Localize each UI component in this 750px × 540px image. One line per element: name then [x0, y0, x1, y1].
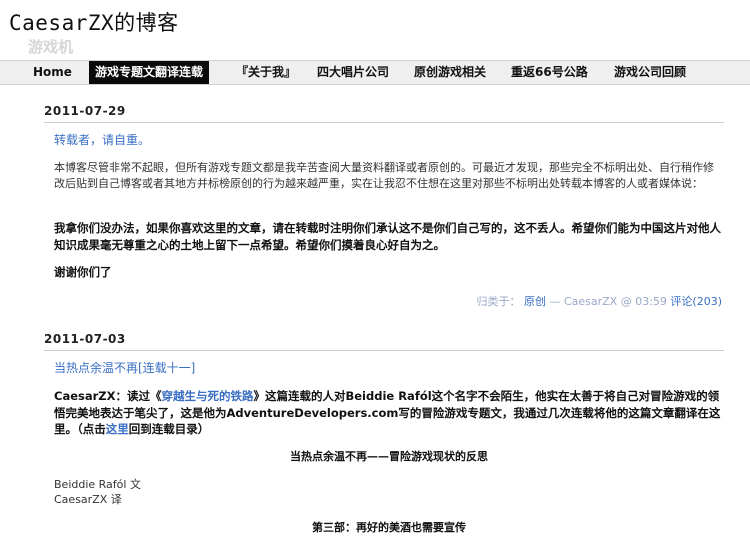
- part-title: 第三部：再好的美酒也需要宣传: [312, 521, 466, 534]
- post-thanks: 谢谢你们了: [54, 265, 112, 279]
- nav-item-about[interactable]: 『关于我』: [236, 61, 296, 84]
- divider: [44, 350, 724, 351]
- nav-item-record-labels[interactable]: 四大唱片公司: [317, 61, 389, 84]
- nav-item-home[interactable]: Home: [33, 61, 72, 84]
- post-date: 2011-07-29: [44, 104, 126, 118]
- nav-item-original-games[interactable]: 原创游戏相关: [414, 61, 486, 84]
- post-intro: CaesarZX：读过《穿越生与死的铁路》这篇连载的人对Beiddie Rafó…: [54, 388, 724, 438]
- blog-header: CaesarZX的博客 游戏机: [0, 0, 750, 58]
- meta-prefix: 归类于：: [476, 295, 521, 308]
- divider: [44, 122, 724, 123]
- index-link[interactable]: 这里: [106, 422, 129, 436]
- blog-title[interactable]: CaesarZX的博客: [9, 7, 179, 37]
- post-paragraph: 本博客尽管非常不起眼，但所有游戏专题文都是我辛苦查阅大量资料翻译或者原创的。可最…: [54, 161, 714, 190]
- post-meta: 归类于： 原创 — CaesarZX @ 03:59 评论(203): [476, 293, 722, 309]
- post-paragraph-bold: 我拿你们没办法，如果你喜欢这里的文章，请在转载时注明你们承认这不是你们自己写的，…: [54, 221, 721, 252]
- nav-item-game-companies[interactable]: 游戏公司回顾: [614, 61, 686, 84]
- watermark-logo: 游戏机: [28, 38, 74, 56]
- post-title[interactable]: 转载者，请自重。: [54, 131, 150, 148]
- nav-item-route66[interactable]: 重返66号公路: [511, 61, 588, 84]
- article-subtitle: 当热点余温不再——冒险游戏现状的反思: [290, 450, 488, 463]
- post-date: 2011-07-03: [44, 332, 126, 346]
- author-line: Beiddie Rafól 文: [54, 478, 141, 491]
- intro-text: CaesarZX：读过《: [54, 389, 162, 403]
- main-nav: Home 游戏专题文翻译连载 『关于我』 四大唱片公司 原创游戏相关 重返66号…: [0, 60, 750, 85]
- comments-link[interactable]: 评论(203): [670, 295, 722, 308]
- nav-item-translations[interactable]: 游戏专题文翻译连载: [89, 61, 210, 84]
- translator-line: CaesarZX 译: [54, 493, 122, 506]
- category-link[interactable]: 原创: [524, 295, 546, 308]
- meta-author-time: — CaesarZX @ 03:59: [549, 295, 671, 308]
- series-link[interactable]: 穿越生与死的铁路: [161, 389, 253, 403]
- post-title[interactable]: 当热点余温不再[连载十一]: [54, 359, 195, 376]
- intro-text: 回到连载目录）: [128, 422, 210, 436]
